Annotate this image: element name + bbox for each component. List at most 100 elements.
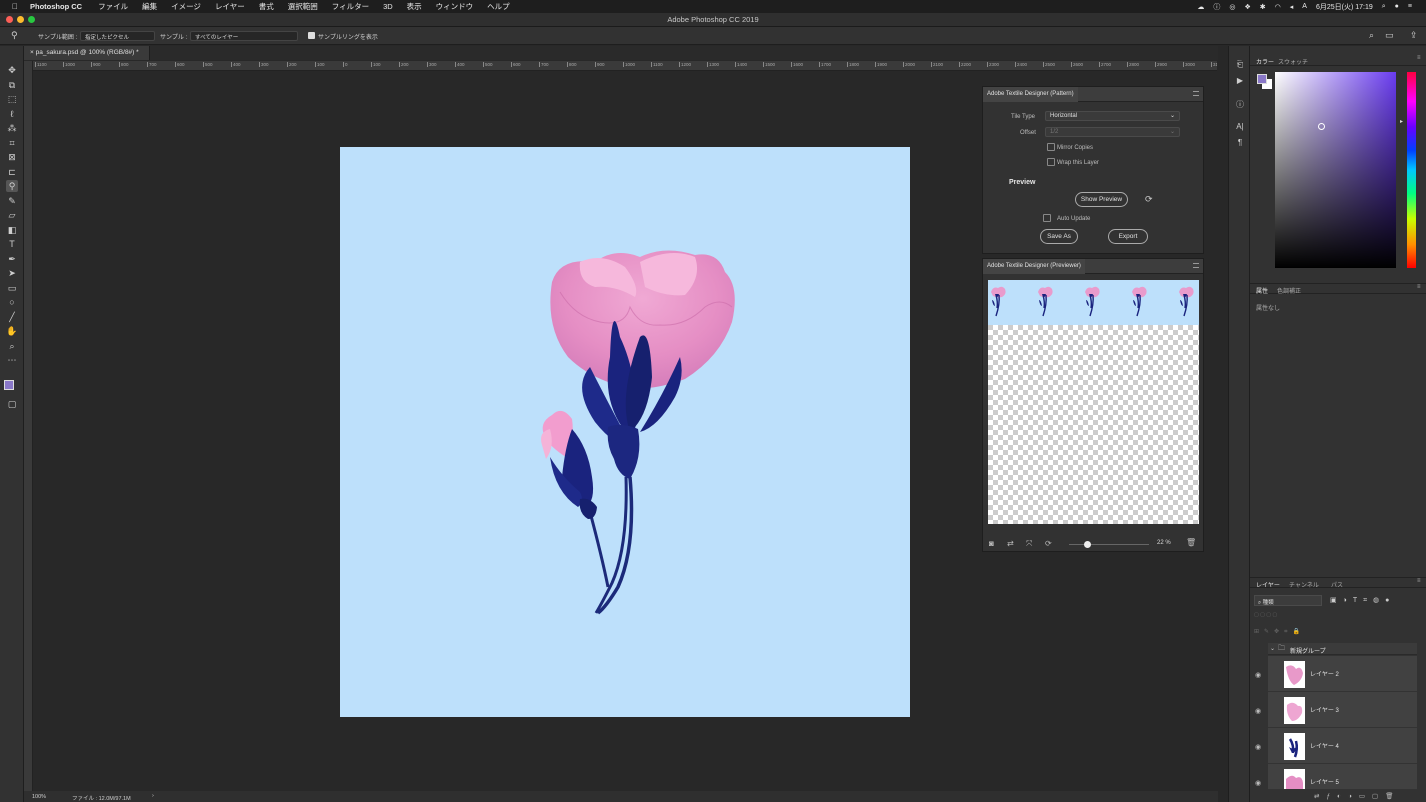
- hue-slider[interactable]: [1407, 72, 1416, 268]
- bluetooth-icon[interactable]: ✱: [1260, 3, 1266, 11]
- history-panel-icon[interactable]: ⎗: [1234, 60, 1246, 72]
- show-ring-checkbox[interactable]: [308, 32, 315, 39]
- apple-icon[interactable]: : [12, 2, 18, 11]
- path-select-icon[interactable]: ➤: [6, 267, 18, 279]
- layers-footer-buttons[interactable]: ⇄ƒ◐◑▭▢🗑: [1250, 790, 1426, 802]
- info-panel-icon[interactable]: ⓘ: [1234, 99, 1246, 111]
- layer-row[interactable]: レイヤー 5: [1268, 764, 1417, 790]
- visibility-eye-icon[interactable]: ◉: [1255, 707, 1261, 715]
- refresh-icon[interactable]: ⟳: [1045, 539, 1052, 548]
- mirror-copies-checkbox[interactable]: [1047, 143, 1055, 151]
- paragraph-panel-icon[interactable]: ¶: [1234, 138, 1246, 150]
- dropbox-icon[interactable]: ❖: [1244, 3, 1250, 11]
- spotlight-icon[interactable]: ⌕: [1382, 3, 1386, 11]
- workspace-icon[interactable]: ▭: [1385, 30, 1394, 41]
- fit-screen-icon[interactable]: ⤧: [1026, 539, 1032, 549]
- layer-name[interactable]: レイヤー 2: [1310, 669, 1339, 678]
- input-source-icon[interactable]: A: [1302, 3, 1307, 10]
- document-tab[interactable]: × pa_sakura.psd @ 100% (RGB/8#) *: [24, 46, 150, 60]
- share-icon[interactable]: ⇪: [1410, 30, 1418, 41]
- tab-adjustments[interactable]: 色調補正: [1277, 286, 1301, 295]
- app-menu[interactable]: Photoshop CC: [30, 2, 82, 11]
- panel-menu-icon[interactable]: [1193, 263, 1199, 268]
- offset-select[interactable]: 1/2 ⌄: [1045, 127, 1180, 137]
- zoom-level[interactable]: 100%: [32, 794, 46, 800]
- frame-tool-icon[interactable]: ⊠: [6, 151, 18, 163]
- hand-tool-icon[interactable]: ✋: [6, 325, 18, 337]
- pattern-preview-canvas[interactable]: [988, 280, 1199, 524]
- menu-type[interactable]: 書式: [259, 1, 274, 12]
- tab-paths[interactable]: パス: [1331, 580, 1343, 589]
- tab-channels[interactable]: チャンネル: [1289, 580, 1319, 589]
- layer-name[interactable]: レイヤー 5: [1310, 777, 1339, 786]
- wifi-icon[interactable]: ◠: [1275, 3, 1281, 11]
- layer-row[interactable]: レイヤー 4: [1268, 728, 1417, 764]
- status-menu-icon[interactable]: ›: [152, 793, 154, 799]
- foreground-color-swatch[interactable]: [4, 380, 14, 390]
- tile-type-select[interactable]: Horizontal ⌄: [1045, 111, 1180, 121]
- search-icon[interactable]: ⌕: [1369, 30, 1374, 41]
- lock-icons-row[interactable]: ⊞✎✥⌗🔒: [1254, 628, 1422, 637]
- more-tools-icon[interactable]: ⋯: [6, 354, 18, 366]
- tab-color[interactable]: カラー: [1256, 57, 1274, 66]
- crop2-tool-icon[interactable]: ⊏: [6, 166, 18, 178]
- refresh-icon[interactable]: ⟳: [1145, 194, 1153, 205]
- layer-filter-select[interactable]: ⌕ 種類: [1254, 595, 1322, 606]
- menu-image[interactable]: イメージ: [171, 1, 201, 12]
- auto-update-checkbox[interactable]: [1043, 214, 1051, 222]
- file-info[interactable]: ファイル : 12.0M/97.1M: [72, 794, 131, 802]
- move-tool-icon[interactable]: ✥: [6, 64, 18, 76]
- menu-edit[interactable]: 編集: [142, 1, 157, 12]
- tab-swatches[interactable]: スウォッチ: [1278, 57, 1308, 66]
- menu-clock[interactable]: 6月25日(火) 17:19: [1316, 2, 1373, 12]
- hue-slider-arrow-icon[interactable]: ▸: [1400, 118, 1403, 125]
- color-picker-handle[interactable]: [1318, 123, 1325, 130]
- menu-filter[interactable]: フィルター: [332, 1, 369, 12]
- menu-3d[interactable]: 3D: [383, 2, 393, 11]
- layer-name[interactable]: レイヤー 4: [1310, 741, 1339, 750]
- type-tool-icon[interactable]: T: [6, 238, 18, 250]
- cloud-icon[interactable]: ☁: [1197, 3, 1204, 11]
- info-icon[interactable]: ⓘ: [1213, 2, 1220, 12]
- sample-size-select[interactable]: 指定したピクセル: [80, 31, 155, 41]
- eraser-tool-icon[interactable]: ▱: [6, 209, 18, 221]
- layer-name[interactable]: レイヤー 3: [1310, 705, 1339, 714]
- menu-window[interactable]: ウィンドウ: [436, 1, 474, 12]
- sample-select[interactable]: すべてのレイヤー: [190, 31, 298, 41]
- visibility-eye-icon[interactable]: ◉: [1255, 671, 1261, 679]
- link-icon[interactable]: ⇄: [1007, 539, 1014, 548]
- menu-help[interactable]: ヘルプ: [487, 1, 510, 12]
- layer-row[interactable]: レイヤー 3: [1268, 692, 1417, 728]
- pen-tool-icon[interactable]: ✒: [6, 253, 18, 265]
- eyedropper-preset-icon[interactable]: ⚲: [11, 30, 18, 41]
- character-panel-icon[interactable]: A|: [1234, 122, 1246, 134]
- layer-filter-icons[interactable]: ▣◑T⌗◍●: [1330, 596, 1395, 605]
- artboard[interactable]: [340, 147, 910, 717]
- magic-wand-icon[interactable]: ⁂: [6, 122, 18, 134]
- zoom-slider-handle[interactable]: [1083, 541, 1091, 548]
- layer-row[interactable]: レイヤー 2: [1268, 656, 1417, 692]
- show-preview-button[interactable]: Show Preview: [1075, 192, 1128, 207]
- visibility-eye-icon[interactable]: ◉: [1255, 779, 1261, 787]
- actions-panel-icon[interactable]: ▶: [1234, 76, 1246, 88]
- lasso-tool-icon[interactable]: ℓ: [6, 108, 18, 120]
- panel-menu-icon[interactable]: ≡: [1417, 578, 1421, 584]
- line-tool-icon[interactable]: ╱: [6, 311, 18, 323]
- zoom-tool-icon[interactable]: ⌕: [6, 340, 18, 352]
- menu-file[interactable]: ファイル: [98, 1, 128, 12]
- pattern-panel-tab[interactable]: Adobe Textile Designer (Pattern): [983, 87, 1078, 102]
- tab-layers[interactable]: レイヤー: [1256, 580, 1280, 589]
- notification-center-icon[interactable]: ≡: [1408, 3, 1412, 10]
- zoom-slider-track[interactable]: [1069, 544, 1149, 545]
- layer-group-row[interactable]: ⌄ 🗀 新規グループ: [1268, 643, 1417, 655]
- siri-icon[interactable]: ●: [1395, 3, 1399, 10]
- color-picker-field[interactable]: [1275, 72, 1396, 268]
- panel-menu-icon[interactable]: ≡: [1417, 284, 1421, 290]
- menu-select[interactable]: 選択範囲: [288, 1, 318, 12]
- ellipse-tool-icon[interactable]: ○: [6, 296, 18, 308]
- artboard-tool-icon[interactable]: ⧉: [6, 79, 18, 91]
- brush-tool-icon[interactable]: ✎: [6, 195, 18, 207]
- crop-tool-icon[interactable]: ⌗: [6, 137, 18, 149]
- panel-menu-icon[interactable]: ≡: [1417, 55, 1421, 61]
- panel-menu-icon[interactable]: [1193, 91, 1199, 96]
